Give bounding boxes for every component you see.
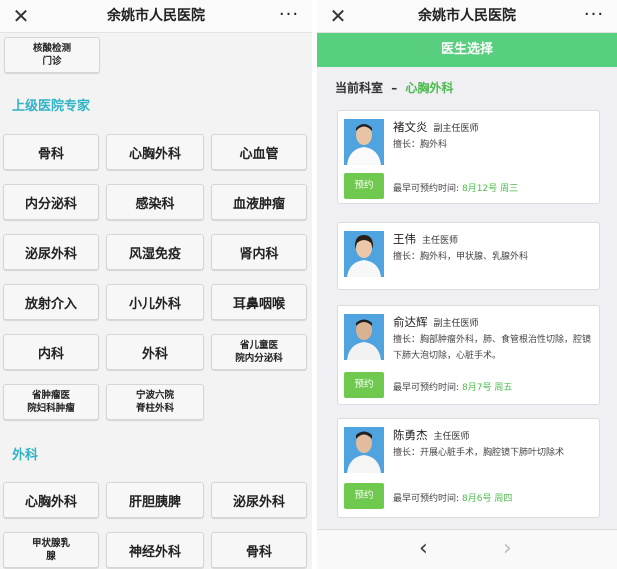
current-dept-label: 当前科室 — [335, 81, 384, 95]
earliest-label: 最早可预约时间: — [393, 494, 460, 504]
bottom-nav: ‹ › — [317, 529, 617, 569]
doctor-card[interactable]: 俞达辉 副主任医师 擅长：胸部肿瘤外科，肺、食管根治性切除，腔镜下肺大泡切除，心脏… — [337, 305, 600, 405]
section-title-surgery: 外科 — [12, 448, 39, 463]
dept-button[interactable]: 甲状腺乳 腺 — [3, 532, 99, 568]
doctor-avatar — [344, 231, 384, 277]
dept-button[interactable]: 内分泌科 — [3, 184, 99, 220]
doctor-avatar — [344, 427, 384, 473]
earliest-date: 8月6号 周四 — [462, 494, 513, 504]
section-title-senior-experts: 上级医院专家 — [12, 99, 91, 114]
dept-button[interactable]: 血液肿瘤 — [211, 184, 307, 220]
close-icon[interactable]: ✕ — [10, 5, 32, 27]
doctor-title: 副主任医师 — [433, 124, 479, 134]
left-pane: ✕ 余姚市人民医院 ··· 核酸检测 门诊 上级医院专家 骨科 心胸外科 心血管… — [0, 0, 312, 569]
dept-button[interactable]: 骨科 — [211, 532, 307, 568]
doctor-name: 王伟 — [393, 232, 416, 246]
dept-button[interactable]: 心胸外科 — [3, 482, 99, 518]
doctor-name: 褚文炎 — [393, 120, 428, 134]
doctor-specialty: 擅长：胸部肿瘤外科，肺、食管根治性切除，腔镜下肺大泡切除，心脏手术。 — [393, 335, 592, 361]
doctor-select-title: 医生选择 — [317, 33, 617, 67]
current-dept-name: 心胸外科 — [405, 81, 454, 95]
left-header: ✕ 余姚市人民医院 ··· — [0, 0, 312, 33]
earliest-label: 最早可预约时间: — [393, 383, 460, 393]
page-title: 余姚市人民医院 — [418, 8, 516, 24]
right-header: ✕ 余姚市人民医院 ··· — [317, 0, 617, 33]
dept-button-nucleic-test[interactable]: 核酸检测 门诊 — [4, 37, 100, 73]
dept-button[interactable]: 心胸外科 — [106, 134, 204, 170]
dept-button[interactable]: 省儿童医 院内分泌科 — [211, 334, 307, 370]
doctor-card[interactable]: 王伟 主任医师 擅长：胸外科，甲状腺、乳腺外科 — [337, 222, 600, 290]
doctor-avatar — [344, 314, 384, 360]
dept-button[interactable]: 感染科 — [106, 184, 204, 220]
doctor-avatar — [344, 119, 384, 165]
doctor-name-row: 褚文炎 副主任医师 — [393, 119, 479, 135]
dept-button[interactable]: 省肿瘤医 院妇科肿瘤 — [3, 384, 99, 420]
doctor-specialty: 擅长：开展心脏手术，胸腔镜下肺叶切除术 — [393, 448, 565, 458]
forward-icon[interactable]: › — [503, 537, 512, 561]
doctor-card[interactable]: 陈勇杰 主任医师 擅长：开展心脏手术，胸腔镜下肺叶切除术 预约 最早可预约时间: 8… — [337, 418, 600, 518]
doctor-name: 陈勇杰 — [393, 428, 428, 442]
doctor-specialty: 擅长：胸外科 — [393, 140, 448, 150]
dept-button[interactable]: 内科 — [3, 334, 99, 370]
dept-button[interactable]: 骨科 — [3, 134, 99, 170]
book-button[interactable]: 预约 — [344, 372, 384, 398]
dept-button[interactable]: 泌尿外科 — [211, 482, 307, 518]
doctor-title: 副主任医师 — [433, 319, 479, 329]
doctor-specialty: 擅长：胸外科，甲状腺、乳腺外科 — [393, 252, 529, 262]
dept-button[interactable]: 肾内科 — [211, 234, 307, 270]
more-icon[interactable]: ··· — [581, 4, 607, 28]
dept-button[interactable]: 心血管 — [211, 134, 307, 170]
dept-button[interactable]: 耳鼻咽喉 — [211, 284, 307, 320]
doctor-name-row: 俞达辉 副主任医师 — [393, 314, 479, 330]
doctor-title: 主任医师 — [422, 236, 459, 246]
earliest-date: 8月12号 周三 — [462, 184, 519, 194]
current-dept: 当前科室 – 心胸外科 — [335, 79, 453, 96]
dept-button[interactable]: 肝胆胰脾 — [106, 482, 204, 518]
earliest-time: 最早可预约时间: 8月12号 周三 — [393, 181, 518, 194]
page-title: 余姚市人民医院 — [107, 8, 205, 24]
dept-button[interactable]: 风湿免疫 — [106, 234, 204, 270]
dept-button[interactable]: 宁波六院 脊柱外科 — [106, 384, 204, 420]
current-dept-sep: – — [391, 81, 398, 95]
earliest-date: 8月7号 周五 — [462, 383, 513, 393]
right-pane: ✕ 余姚市人民医院 ··· 医生选择 当前科室 – 心胸外科 褚文炎 副主任医师 … — [317, 0, 617, 569]
dept-button[interactable]: 神经外科 — [106, 532, 204, 568]
book-button[interactable]: 预约 — [344, 173, 384, 199]
doctor-card[interactable]: 褚文炎 副主任医师 擅长：胸外科 预约 最早可预约时间: 8月12号 周三 — [337, 110, 600, 204]
book-button[interactable]: 预约 — [344, 483, 384, 509]
earliest-time: 最早可预约时间: 8月7号 周五 — [393, 380, 512, 393]
more-icon[interactable]: ··· — [276, 4, 302, 28]
dept-button[interactable]: 泌尿外科 — [3, 234, 99, 270]
earliest-time: 最早可预约时间: 8月6号 周四 — [393, 491, 512, 504]
doctor-name: 俞达辉 — [393, 315, 428, 329]
back-icon[interactable]: ‹ — [419, 537, 428, 561]
doctor-title: 主任医师 — [433, 432, 470, 442]
doctor-name-row: 王伟 主任医师 — [393, 231, 458, 247]
doctor-name-row: 陈勇杰 主任医师 — [393, 427, 470, 443]
dept-button[interactable]: 小儿外科 — [106, 284, 204, 320]
dept-button[interactable]: 放射介入 — [3, 284, 99, 320]
dept-button[interactable]: 外科 — [106, 334, 204, 370]
earliest-label: 最早可预约时间: — [393, 184, 460, 194]
close-icon[interactable]: ✕ — [327, 5, 349, 27]
